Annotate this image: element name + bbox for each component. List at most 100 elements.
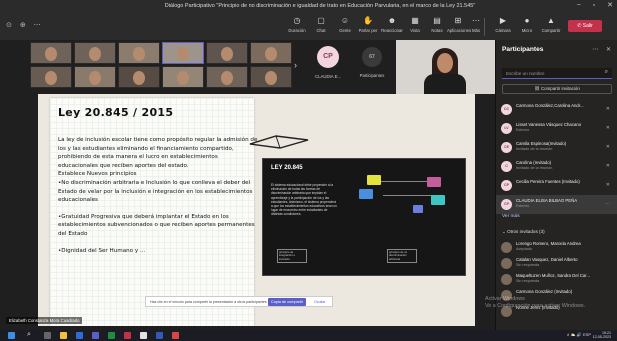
- share-invite-button[interactable]: ⛓ Compartir invitación: [502, 84, 612, 94]
- video-thumbnail[interactable]: [206, 66, 248, 88]
- excel-icon[interactable]: [108, 332, 115, 339]
- participant-role: Invitado de la reunión: [516, 147, 553, 151]
- participant-tile-cp[interactable]: CP CLAUDIA E...: [306, 42, 350, 86]
- search-icon: ⌕: [604, 69, 608, 75]
- list-item[interactable]: C Carolina (Invitado) Invitado de la reu…: [496, 157, 617, 176]
- video-thumbnail[interactable]: [162, 42, 204, 64]
- video-thumbnail[interactable]: [74, 66, 116, 88]
- window-controls: − ▫ ✕: [567, 1, 613, 9]
- copy-share-button[interactable]: Copia de compartir: [268, 298, 306, 306]
- slide-paragraph: •No discriminación arbitraria e Inclusió…: [58, 179, 253, 204]
- raise-hand-button[interactable]: ✋ Parlar per: [357, 16, 379, 33]
- notes-label: Notas: [431, 28, 443, 33]
- leave-button[interactable]: ✆ Salir: [568, 20, 602, 32]
- chrome-icon[interactable]: [140, 332, 147, 339]
- participant-name: Carmona González,Carolina Andr...: [516, 103, 584, 108]
- emoji-icon: ☻: [387, 16, 397, 25]
- invitee-name: Carmona González (Invitado): [516, 289, 573, 294]
- file-explorer-icon[interactable]: [60, 332, 67, 339]
- mic-muted-icon: ✕: [605, 106, 610, 112]
- start-icon[interactable]: [8, 332, 15, 339]
- powerpoint-icon[interactable]: [124, 332, 131, 339]
- system-clock[interactable]: 15:21 12-05-2023: [593, 331, 611, 340]
- close-panel-icon[interactable]: ✕: [606, 47, 611, 53]
- list-item[interactable]: CP CLAUDIA ELISA BILBAO PEÑA Externo ⋯: [496, 195, 617, 214]
- video-thumbnail[interactable]: [118, 42, 160, 64]
- invitee-name: Catalan Vasquez, Daniel Alberto: [516, 257, 578, 262]
- avatar: [501, 258, 512, 269]
- avatar: LV: [501, 123, 512, 134]
- board-node: [413, 205, 423, 213]
- share-button[interactable]: ▲ Compartir: [540, 16, 562, 33]
- board-node: [367, 175, 381, 185]
- popout-icon[interactable]: ⋯: [592, 47, 598, 53]
- see-more-link[interactable]: Ver más: [502, 214, 520, 219]
- video-thumbnail[interactable]: [250, 66, 292, 88]
- meeting-toolbar: ⊙ ⊕ ⋯ ◷ Duración ▢ Chat ☺ Gente ✋ Parlar per…: [0, 12, 617, 40]
- slide-paragraph: •Gratuidad Progresiva que deberá implant…: [58, 213, 255, 237]
- participant-count-tile[interactable]: 67 Participantes: [352, 42, 392, 86]
- hide-link-button[interactable]: Ocultar: [314, 300, 326, 304]
- globe-icon[interactable]: ⊕: [20, 22, 26, 29]
- list-item[interactable]: CE Camila Espinosa(Invitado) Invitado de…: [496, 138, 617, 157]
- hand-icon: ✋: [363, 16, 373, 25]
- close-button[interactable]: ✕: [607, 2, 613, 9]
- participant-name: Cecilia Pereira Fuentes (Invitado): [516, 179, 580, 184]
- more-icon[interactable]: ⋯: [34, 22, 41, 29]
- mic-label: Micro: [521, 28, 533, 33]
- video-thumbnail[interactable]: [118, 66, 160, 88]
- react-label: Reaccionar: [381, 28, 403, 33]
- word-icon[interactable]: [156, 332, 163, 339]
- teams-icon[interactable]: [92, 332, 99, 339]
- speaker-face: [437, 53, 453, 73]
- list-item[interactable]: CC Carmona González,Carolina Andr... ✕: [496, 100, 617, 119]
- view-button[interactable]: ▦ Vista: [404, 16, 426, 33]
- minimize-button[interactable]: −: [577, 2, 581, 9]
- speaker-body: [424, 74, 466, 94]
- watermark-line: Activar Windows: [485, 296, 525, 302]
- board-text: El sistema educacional debe propender a …: [271, 183, 337, 217]
- react-button[interactable]: ☻ Reaccionar: [381, 16, 403, 33]
- video-thumbnail[interactable]: [250, 42, 292, 64]
- list-item[interactable]: Catalan Vasquez, Daniel Alberto Sin resp…: [496, 255, 617, 271]
- chevron-right-icon[interactable]: ›: [294, 60, 297, 70]
- duration-button[interactable]: ◷ Duración: [286, 16, 308, 33]
- more-options-icon[interactable]: ⋯: [605, 201, 610, 207]
- slide-paragraph: •Dignidad del Ser Humano y ...: [58, 247, 146, 254]
- mic-button[interactable]: ● Micro: [516, 16, 538, 33]
- others-invited-header[interactable]: ⌄ Otros invitados (3): [502, 229, 545, 235]
- people-button[interactable]: ☺ Gente: [334, 16, 356, 33]
- search-icon[interactable]: ⌕: [27, 331, 31, 339]
- chat-icon: ▢: [317, 16, 325, 25]
- toolbar-left-icons: ⊙ ⊕ ⋯: [6, 21, 47, 29]
- edge-icon[interactable]: [76, 332, 83, 339]
- video-thumbnail[interactable]: [74, 42, 116, 64]
- participant-list: CC Carmona González,Carolina Andr... ✕ L…: [496, 100, 617, 214]
- camera-button[interactable]: ▶ Cámara: [492, 16, 514, 33]
- video-thumbnail[interactable]: [206, 42, 248, 64]
- chat-button[interactable]: ▢ Chat: [310, 16, 332, 33]
- shield-icon[interactable]: ⊙: [6, 22, 12, 29]
- shared-slide: Ley 20.845 / 2015 La ley de inclusión es…: [38, 94, 475, 326]
- notes-button[interactable]: ▤ Notas: [426, 16, 448, 33]
- mic-muted-icon: ✕: [605, 144, 610, 150]
- invitee-status: Aceptado: [516, 247, 533, 251]
- active-speaker-video[interactable]: [396, 40, 495, 94]
- avatar: CP: [317, 46, 339, 68]
- slide-body: La ley de inclusión escolar tiene como p…: [58, 136, 258, 263]
- list-item[interactable]: Lorengo Romero, Marcela Andrea Aceptado: [496, 239, 617, 255]
- list-item[interactable]: LV Lisset Vanessa Vásquez Chacano Extern…: [496, 119, 617, 138]
- video-thumbnail[interactable]: [30, 42, 72, 64]
- system-tray[interactable]: ∧ ⛅ 🔊 ESP: [567, 332, 591, 337]
- list-item[interactable]: Maqueltuzen Muñoz, Sandra Del Car... Sin…: [496, 271, 617, 287]
- toolbar-divider: [484, 18, 485, 36]
- participant-search-input[interactable]: Escribe un nombre ⌕: [502, 68, 612, 79]
- task-view-icon[interactable]: [44, 332, 51, 339]
- list-item[interactable]: CP Cecilia Pereira Fuentes (Invitado) ✕: [496, 176, 617, 195]
- maximize-button[interactable]: ▫: [593, 2, 595, 9]
- app-icon[interactable]: [172, 332, 179, 339]
- video-thumbnail[interactable]: [162, 66, 204, 88]
- participant-role: Externo: [516, 204, 530, 208]
- embedded-slide-board: LEY 20.845 El sistema educacional debe p…: [262, 158, 466, 276]
- video-thumbnail[interactable]: [30, 66, 72, 88]
